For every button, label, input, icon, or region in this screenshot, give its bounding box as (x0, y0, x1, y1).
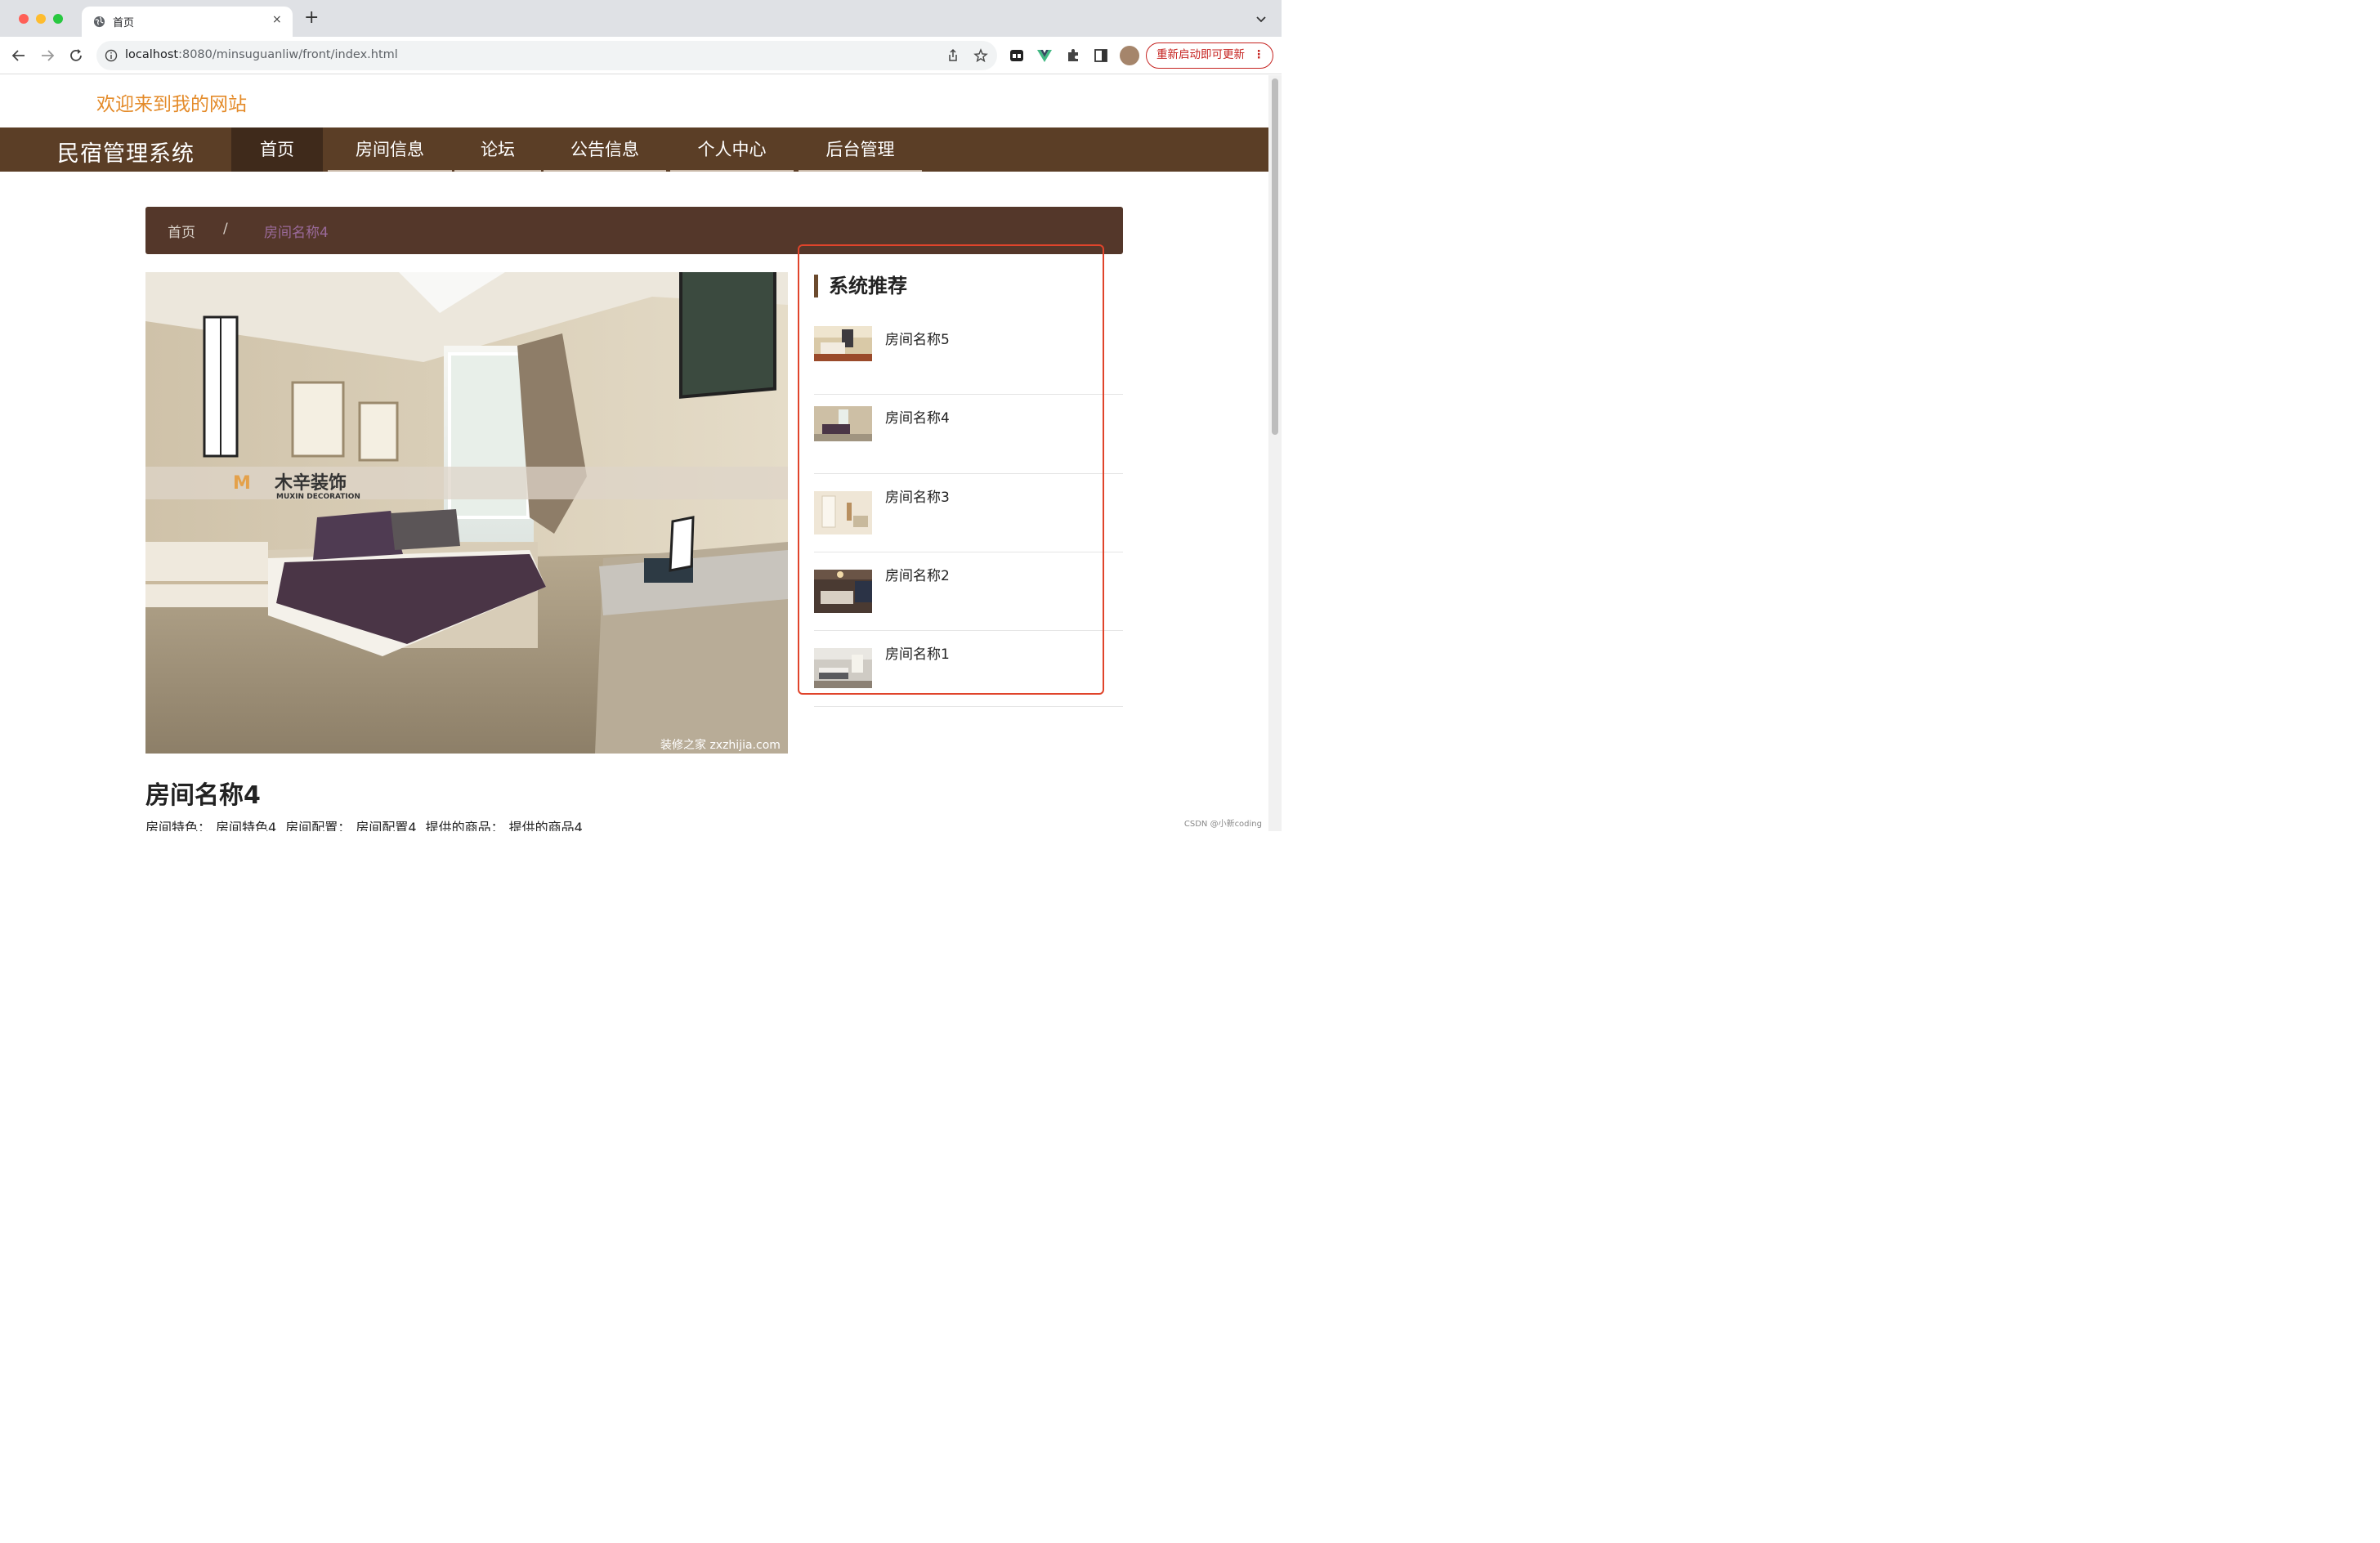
url-text: localhost:8080/minsuguanliw/front/index.… (125, 48, 398, 61)
profile-avatar[interactable] (1120, 46, 1139, 65)
tab-title: 首页 (113, 17, 135, 29)
maximize-window-button[interactable] (53, 14, 63, 24)
corner-watermark: CSDN @小新coding (1183, 820, 1262, 829)
side-panel-icon[interactable] (1093, 47, 1109, 64)
browser-toolbar: localhost:8080/minsuguanliw/front/index.… (0, 37, 1282, 74)
bookmark-star-icon[interactable] (973, 48, 988, 63)
new-tab-button[interactable]: + (304, 9, 319, 27)
nav-personal-center[interactable]: 个人中心 (670, 127, 794, 172)
goods-label: 提供的商品： (425, 820, 504, 831)
globe-icon (93, 16, 105, 28)
update-chrome-button[interactable]: 重新启动即可更新 ⋮ (1146, 42, 1273, 69)
watermark-site: 装修之家 zxzhijia.com (660, 738, 781, 752)
room-title: 房间名称4 (145, 781, 261, 810)
nav-room-info[interactable]: 房间信息 (328, 127, 452, 172)
breadcrumb-current: 房间名称4 (264, 225, 329, 241)
config-label: 房间配置： (285, 820, 351, 831)
reload-icon[interactable] (68, 47, 84, 64)
nav-forum[interactable]: 论坛 (454, 127, 541, 172)
nav-home[interactable]: 首页 (231, 127, 323, 172)
highlight-box (798, 244, 1104, 695)
tab-close-icon[interactable]: × (272, 13, 282, 26)
chevron-down-icon[interactable] (1255, 13, 1267, 25)
web-page: 欢迎来到我的网站 民宿管理系统 首页 房间信息 论坛 公告信息 个人中心 后台管… (0, 75, 1268, 831)
close-window-button[interactable] (19, 14, 29, 24)
room-meta: 房间特色： 房间特色4 房间配置： 房间配置4 提供的商品： 提供的商品4 (145, 816, 588, 831)
site-brand: 民宿管理系统 (57, 141, 195, 167)
back-arrow-icon[interactable] (11, 47, 27, 64)
breadcrumb-separator: / (223, 221, 228, 237)
browser-tab-strip: 首页 × + (0, 0, 1282, 37)
puzzle-extensions-icon[interactable] (1065, 47, 1081, 64)
watermark-brand-en: MUXIN DECORATION (276, 493, 360, 501)
welcome-text: 欢迎来到我的网站 (96, 94, 247, 115)
extension-dark-icon[interactable] (1009, 47, 1025, 64)
nav-announcements[interactable]: 公告信息 (544, 127, 666, 172)
forward-arrow-icon[interactable] (39, 47, 56, 64)
watermark-brand: 木辛装饰 (274, 472, 347, 494)
config-value: 房间配置4 (356, 820, 417, 831)
feature-value: 房间特色4 (216, 820, 277, 831)
info-icon[interactable] (105, 49, 118, 62)
main-navbar: 民宿管理系统 首页 房间信息 论坛 公告信息 个人中心 后台管理 (0, 127, 1268, 172)
browser-tab[interactable]: 首页 × (82, 7, 293, 37)
share-icon[interactable] (946, 48, 960, 63)
nav-admin[interactable]: 后台管理 (799, 127, 922, 172)
minimize-window-button[interactable] (36, 14, 46, 24)
feature-label: 房间特色： (145, 820, 212, 831)
breadcrumb-home[interactable]: 首页 (168, 221, 195, 241)
watermark-logo-icon: M (233, 473, 251, 494)
scrollbar-thumb[interactable] (1272, 78, 1278, 435)
more-menu-icon[interactable]: ⋮ (1254, 43, 1265, 67)
vue-devtools-icon[interactable] (1036, 47, 1053, 64)
room-main-image: M 木辛装饰 MUXIN DECORATION 装修之家 zxzhijia.co… (145, 272, 788, 754)
address-bar[interactable]: localhost:8080/minsuguanliw/front/index.… (96, 41, 997, 70)
goods-value: 提供的商品4 (508, 820, 583, 831)
